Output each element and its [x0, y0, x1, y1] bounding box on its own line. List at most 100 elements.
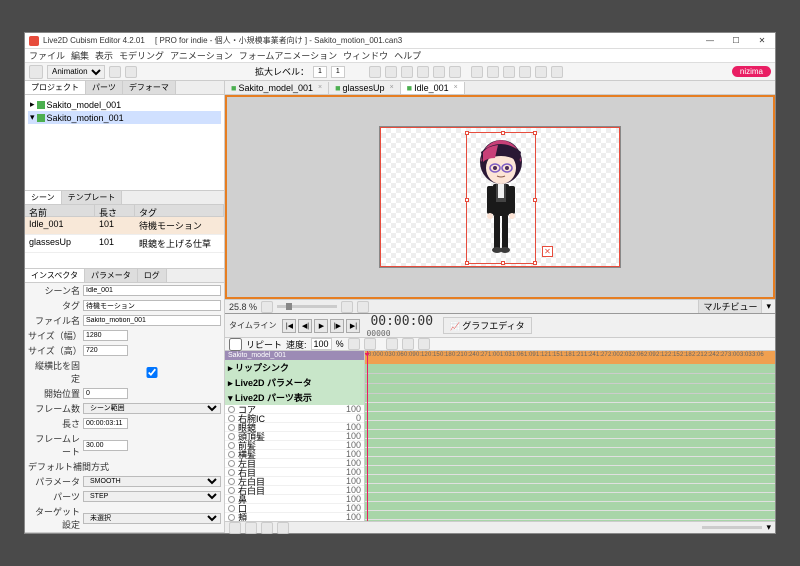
tl-snap-icon[interactable]	[261, 522, 273, 534]
track-head[interactable]: Sakito_model_001	[225, 351, 364, 360]
zoom-level-1[interactable]: 1	[313, 66, 327, 78]
tab-deformer[interactable]: デフォーマ	[123, 81, 176, 94]
radio-icon[interactable]	[228, 424, 235, 431]
zoom-level-2[interactable]: 1	[331, 66, 345, 78]
track-row[interactable]	[365, 475, 775, 484]
framelen-select[interactable]: シーン範囲	[83, 403, 221, 414]
close-tab-icon[interactable]: ×	[454, 84, 458, 91]
multiview-button[interactable]: マルチビュー	[698, 299, 762, 314]
track-row[interactable]	[365, 394, 775, 403]
tl-zoom-slider[interactable]	[702, 526, 762, 529]
tool-rotate-icon[interactable]	[385, 66, 397, 78]
radio-icon[interactable]	[228, 478, 235, 485]
group-lipsync[interactable]: ▸ リップシンク	[225, 360, 364, 375]
delete-button[interactable]: ✕	[542, 246, 553, 257]
prev-frame-button[interactable]: ◀|	[298, 319, 312, 333]
radio-icon[interactable]	[228, 415, 235, 422]
tl-tool-b-icon[interactable]	[364, 338, 376, 350]
scene-row[interactable]: glassesUp101眼鏡を上げる仕草	[25, 235, 224, 253]
target-select[interactable]: 未選択	[83, 513, 221, 524]
tool-lasso-icon[interactable]	[401, 66, 413, 78]
radio-icon[interactable]	[228, 505, 235, 512]
vtab-idle[interactable]: ■Idle_001×	[401, 82, 465, 94]
zoom-out-icon[interactable]	[261, 301, 273, 313]
handle-icon[interactable]	[465, 198, 469, 202]
track-row[interactable]	[365, 511, 775, 520]
menu-formanim[interactable]: フォームアニメーション	[239, 49, 337, 62]
param-interp-select[interactable]: SMOOTH	[83, 476, 221, 487]
tool-glue-icon[interactable]	[449, 66, 461, 78]
tool-model-icon[interactable]	[29, 65, 43, 79]
menu-edit[interactable]: 編集	[71, 49, 89, 62]
track-row[interactable]	[365, 466, 775, 475]
tool-brush-icon[interactable]	[433, 66, 445, 78]
track-row[interactable]	[365, 439, 775, 448]
tl-add-icon[interactable]	[229, 522, 241, 534]
scene-row[interactable]: Idle_001101待機モーション	[25, 217, 224, 235]
handle-icon[interactable]	[533, 198, 537, 202]
dropdown-icon[interactable]: ▾	[766, 301, 771, 312]
repeat-checkbox[interactable]	[229, 338, 242, 351]
tree-item-motion[interactable]: ▾Sakito_motion_001	[28, 111, 221, 124]
radio-icon[interactable]	[228, 442, 235, 449]
tool-arrow-icon[interactable]	[369, 66, 381, 78]
redo-icon[interactable]	[125, 66, 137, 78]
tree-item-model[interactable]: ▸Sakito_model_001	[28, 98, 221, 111]
zoom-slider[interactable]	[277, 305, 337, 308]
aspect-checkbox[interactable]	[83, 367, 221, 378]
tag-input[interactable]	[83, 300, 221, 311]
undo-icon[interactable]	[109, 66, 121, 78]
tab-template[interactable]: テンプレート	[62, 191, 123, 204]
close-tab-icon[interactable]: ×	[390, 84, 394, 91]
group-track[interactable]	[365, 364, 775, 374]
minimize-button[interactable]: —	[701, 35, 719, 47]
radio-icon[interactable]	[228, 487, 235, 494]
mode-select[interactable]: Animation	[47, 65, 105, 79]
goto-end-button[interactable]: ▶|	[346, 319, 360, 333]
speed-value[interactable]: 100	[311, 338, 332, 350]
menu-view[interactable]: 表示	[95, 49, 113, 62]
play-button[interactable]: ▶	[314, 319, 328, 333]
size-w-input[interactable]	[83, 330, 128, 341]
timeline-tree[interactable]: Sakito_model_001 ▸ リップシンク ▸ Live2D パラメータ…	[225, 351, 365, 521]
tl-tool-a-icon[interactable]	[348, 338, 360, 350]
tab-log[interactable]: ログ	[138, 269, 167, 282]
tool-e-icon[interactable]	[535, 66, 547, 78]
maximize-button[interactable]: ☐	[727, 35, 745, 47]
tl-zoom-dropdown-icon[interactable]: ▾	[766, 522, 771, 533]
next-frame-button[interactable]: |▶	[330, 319, 344, 333]
group-param[interactable]: ▸ Live2D パラメータ	[225, 375, 364, 390]
track-row[interactable]	[365, 457, 775, 466]
close-button[interactable]: ✕	[753, 35, 771, 47]
tl-tool-e-icon[interactable]	[418, 338, 430, 350]
track-row[interactable]	[365, 493, 775, 502]
tab-parameter[interactable]: パラメータ	[85, 269, 138, 282]
radio-icon[interactable]	[228, 406, 235, 413]
close-tab-icon[interactable]: ×	[318, 84, 322, 91]
radio-icon[interactable]	[228, 496, 235, 503]
track-row[interactable]	[365, 448, 775, 457]
tl-tool-d-icon[interactable]	[402, 338, 414, 350]
size-h-input[interactable]	[83, 345, 128, 356]
menu-modeling[interactable]: モデリング	[119, 49, 164, 62]
tool-d-icon[interactable]	[519, 66, 531, 78]
radio-icon[interactable]	[228, 469, 235, 476]
track-row[interactable]	[365, 412, 775, 421]
tool-c-icon[interactable]	[503, 66, 515, 78]
viewport[interactable]: ✕	[225, 95, 775, 299]
track-row[interactable]	[365, 502, 775, 511]
handle-icon[interactable]	[533, 131, 537, 135]
tl-tool-c-icon[interactable]	[386, 338, 398, 350]
track-row[interactable]	[365, 520, 775, 521]
track-row[interactable]	[365, 403, 775, 412]
zoom-in-icon[interactable]	[341, 301, 353, 313]
filename-input[interactable]	[83, 315, 221, 326]
parts-interp-select[interactable]: STEP	[83, 491, 221, 502]
scene-name-input[interactable]	[83, 285, 221, 296]
radio-icon[interactable]	[228, 514, 235, 521]
tl-del-icon[interactable]	[245, 522, 257, 534]
track-row[interactable]	[365, 484, 775, 493]
timeline-tracks[interactable]: 0:000:030:060:090:120:150:180:210:240:27…	[365, 351, 775, 521]
handle-icon[interactable]	[533, 261, 537, 265]
tab-inspector[interactable]: インスペクタ	[25, 269, 85, 282]
